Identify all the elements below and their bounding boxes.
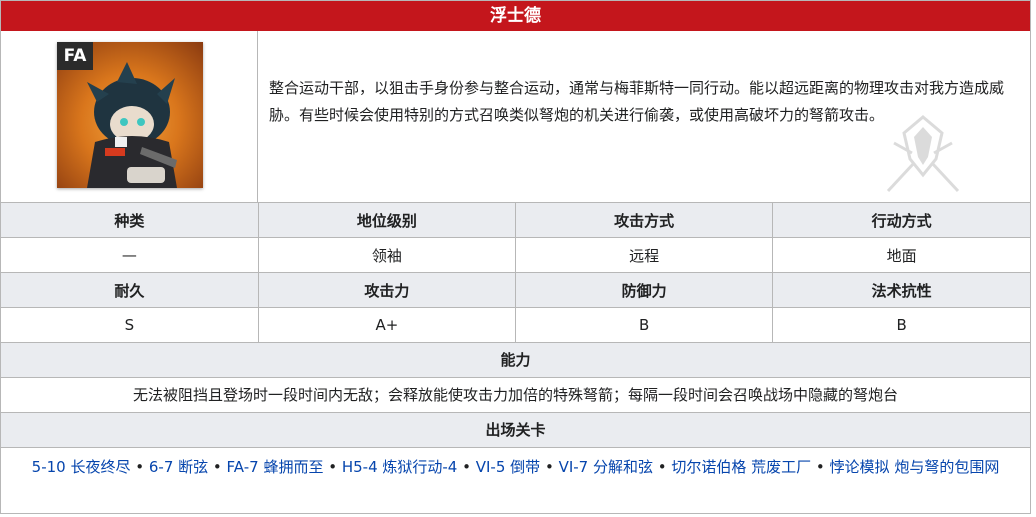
ability-header: 能力	[1, 343, 1030, 378]
stat-header-attack: 攻击力	[257, 272, 517, 308]
stages-header: 出场关卡	[1, 413, 1030, 448]
stage-link[interactable]: 悖论模拟 炮与弩的包围网	[830, 458, 1000, 476]
stat-header-resistance: 法术抗性	[772, 272, 1030, 308]
enemy-portrait-image: FA	[57, 42, 203, 188]
stage-separator: •	[540, 458, 559, 476]
stat-header-level: 地位级别	[257, 203, 517, 238]
intro-section: FA 整合运动干部，以狙击手身份参与整合运动，通常与梅菲斯特一同行动。能以超远距…	[1, 31, 1030, 203]
stat-header-attack-type: 攻击方式	[514, 203, 774, 238]
stat-value-resistance: B	[772, 307, 1030, 343]
stats-header-row-2: 耐久 攻击力 防御力 法术抗性	[1, 272, 1030, 308]
stage-separator: •	[652, 458, 672, 476]
stat-value-defense: B	[514, 307, 774, 343]
stat-value-attack: A+	[257, 307, 517, 343]
stage-link[interactable]: H5-4 炼狱行动-4	[342, 458, 458, 476]
stage-link[interactable]: VI-5 倒带	[476, 458, 540, 476]
enemy-infobox: 浮士德 FA 整合运动干部，以狙击手身份参与整合运动，通常与梅菲斯特一同行动。能…	[0, 0, 1031, 514]
stats-value-row-1: — 领袖 远程 地面	[1, 237, 1030, 273]
stage-link[interactable]: FA-7 蜂拥而至	[227, 458, 324, 476]
enemy-name-title: 浮士德	[1, 1, 1030, 31]
stage-link[interactable]: 切尔诺伯格 荒废工厂	[671, 458, 811, 476]
stage-separator: •	[323, 458, 342, 476]
stages-list: 5-10 长夜终尽 • 6-7 断弦 • FA-7 蜂拥而至 • H5-4 炼狱…	[1, 448, 1030, 480]
stat-value-movement: 地面	[772, 237, 1030, 273]
stage-separator: •	[208, 458, 227, 476]
stat-header-defense: 防御力	[514, 272, 774, 308]
stat-header-movement: 行动方式	[772, 203, 1030, 238]
portrait-cell: FA	[1, 31, 258, 202]
reunion-logo-watermark-icon	[886, 115, 960, 193]
stats-value-row-2: S A+ B B	[1, 307, 1030, 343]
stat-header-endurance: 耐久	[1, 272, 259, 308]
stage-link[interactable]: VI-7 分解和弦	[559, 458, 653, 476]
stats-table: 种类 地位级别 攻击方式 行动方式 — 领袖 远程 地面 耐久 攻击力 防御力 …	[1, 203, 1030, 343]
stat-value-attack-type: 远程	[514, 237, 774, 273]
stat-header-type: 种类	[1, 203, 259, 238]
stat-value-endurance: S	[1, 307, 259, 343]
stat-value-type: —	[1, 237, 259, 273]
stage-link[interactable]: 5-10 长夜终尽	[32, 458, 131, 476]
ability-text: 无法被阻挡且登场时一段时间内无敌；会释放能使攻击力加倍的特殊弩箭；每隔一段时间会…	[1, 378, 1030, 413]
stage-separator: •	[457, 458, 476, 476]
stat-value-level: 领袖	[257, 237, 517, 273]
stage-separator: •	[130, 458, 149, 476]
stage-link[interactable]: 6-7 断弦	[149, 458, 208, 476]
stats-header-row-1: 种类 地位级别 攻击方式 行动方式	[1, 203, 1030, 238]
stage-separator: •	[811, 458, 830, 476]
fa-badge: FA	[57, 42, 93, 70]
